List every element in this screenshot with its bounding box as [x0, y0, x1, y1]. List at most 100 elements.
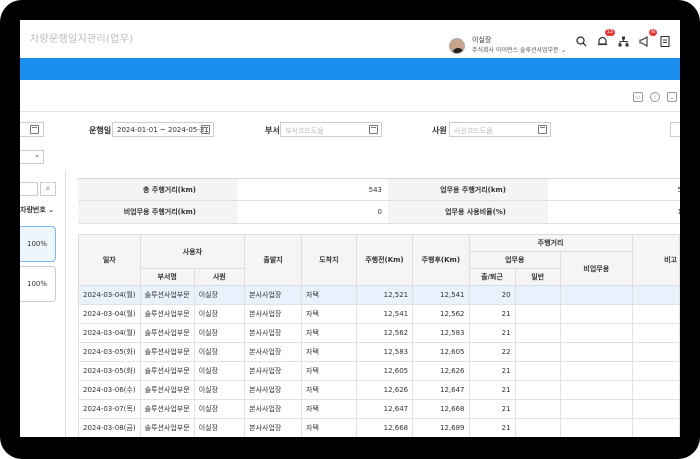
cell-note — [631, 304, 680, 324]
table-row[interactable]: 2024-03-07(목) 솔루션사업부문 이실장 본사사업장 자택 12,647 12,6… — [78, 399, 680, 419]
cell-dest: 자택 — [301, 285, 357, 305]
cell-nonbusiness — [559, 323, 633, 343]
cell-dest: 자택 — [301, 418, 357, 437]
emp-placeholder: 사원코드도움 — [454, 127, 493, 135]
cell-before: 12,647 — [355, 399, 414, 419]
cell-after: 12,605 — [412, 342, 470, 362]
cell-dept: 솔루션사업부문 — [139, 323, 195, 343]
cell-emp: 이실장 — [193, 418, 246, 437]
vehicle-card[interactable]: 100% — [20, 226, 56, 262]
cell-general — [514, 380, 561, 400]
cell-note — [631, 323, 680, 343]
col-date: 일자 — [78, 234, 141, 286]
cell-dest: 자택 — [301, 361, 357, 381]
cell-emp: 이실장 — [193, 323, 246, 343]
bell-badge: 13 — [604, 29, 615, 36]
calendar-icon[interactable] — [30, 125, 39, 134]
cell-emp: 이실장 — [193, 304, 246, 324]
user-name: 이실장 — [472, 36, 492, 44]
cell-before: 12,626 — [355, 380, 414, 400]
business-ratio-label: 업무용 사용비율(%) — [445, 208, 506, 216]
search-popup-icon[interactable] — [538, 125, 547, 134]
search-popup-icon[interactable] — [369, 125, 378, 134]
log-table-wrapper: 일자 사용자 출발지 도착지 주행전(Km) 주행후(Km) 주행거리 비고 업… — [78, 234, 680, 437]
info-icon[interactable]: i — [650, 92, 660, 102]
col-before: 주행전(Km) — [355, 234, 414, 286]
document-icon[interactable] — [658, 34, 672, 48]
page-toolbar: ▭ i ⌄ — [20, 80, 680, 112]
log-table: 일자 사용자 출발지 도착지 주행전(Km) 주행후(Km) 주행거리 비고 업… — [78, 234, 680, 437]
print-icon[interactable]: ▭ — [633, 92, 643, 102]
table-row[interactable]: 2024-03-04(월) 솔루션사업부문 이실장 본사사업장 자택 12,562 12,5… — [78, 323, 680, 343]
nonbusiness-distance-label: 비업무용 주행거리(km) — [123, 208, 196, 216]
vehicle-panel: ⌕ 차량번호 ⌄ 100% 100% — [20, 170, 66, 437]
cell-dept: 솔루션사업부문 — [139, 418, 195, 437]
cell-nonbusiness — [559, 399, 633, 419]
table-row[interactable]: 2024-03-04(월) 솔루션사업부문 이실장 본사사업장 자택 12,541 12,5… — [78, 304, 680, 324]
cell-dept: 솔루션사업부문 — [139, 380, 195, 400]
prev-field[interactable] — [20, 122, 44, 137]
col-business: 업무용 — [468, 251, 561, 269]
col-note: 비고 — [631, 234, 680, 286]
cell-origin: 본사사업장 — [244, 399, 303, 419]
table-row[interactable]: 2024-03-06(수) 솔루션사업부문 이실장 본사사업장 자택 12,626 12,6… — [78, 380, 680, 400]
col-after: 주행후(Km) — [412, 234, 470, 286]
search-icon[interactable] — [574, 34, 588, 48]
cell-date: 2024-03-06(수) — [78, 380, 141, 400]
cell-note — [631, 361, 680, 381]
cell-general — [514, 418, 561, 437]
cell-commute: 20 — [468, 285, 516, 305]
cell-note — [631, 342, 680, 362]
search-icon[interactable]: ⌕ — [40, 182, 56, 196]
cell-after: 12,583 — [412, 323, 470, 343]
summary-panel: 총 주행거리(km) 543 업무용 주행거리(km) 5 비업무용 주행거리(… — [78, 178, 680, 224]
vehicle-card[interactable]: 100% — [20, 266, 56, 302]
cell-dest: 자택 — [301, 323, 357, 343]
cell-dest: 자택 — [301, 304, 357, 324]
search-button[interactable] — [670, 122, 680, 137]
table-row[interactable]: 2024-03-05(화) 솔루션사업부문 이실장 본사사업장 자택 12,583 12,6… — [78, 342, 680, 362]
user-menu[interactable]: 이실장 주식회사 아이런스 솔루션사업부문 ⌄ — [449, 35, 567, 56]
user-org: 주식회사 아이런스 솔루션사업부문 ⌄ — [472, 45, 567, 56]
emp-input[interactable]: 사원코드도움 — [449, 122, 551, 137]
cell-general — [514, 342, 561, 362]
cell-after: 12,668 — [412, 399, 470, 419]
table-row[interactable]: 2024-03-08(금) 솔루션사업부문 이실장 본사사업장 자택 12,668 12,6… — [78, 418, 680, 437]
bell-icon[interactable]: 13 — [595, 29, 615, 48]
cell-commute: 21 — [468, 399, 516, 419]
cell-date: 2024-03-05(화) — [78, 361, 141, 381]
business-ratio-value: 1 — [677, 208, 680, 216]
cell-dest: 자택 — [301, 342, 357, 362]
vehicle-search-input[interactable] — [20, 182, 38, 196]
vehicle-number-header[interactable]: 차량번호 ⌄ — [20, 205, 54, 215]
cell-date: 2024-03-07(목) — [78, 399, 141, 419]
megaphone-icon[interactable]: N — [637, 29, 657, 48]
cell-commute: 21 — [468, 361, 516, 381]
org-chart-icon[interactable] — [616, 34, 630, 48]
cell-dept: 솔루션사업부문 — [139, 399, 195, 419]
col-dest: 도착지 — [301, 234, 357, 286]
cell-nonbusiness — [559, 342, 633, 362]
dept-input[interactable]: 부서코드도움 — [280, 122, 382, 137]
cell-before: 12,605 — [355, 361, 414, 381]
search-filters: 운행일 2024-01-01 ~ 2024-05-31 부서 부서코드도움 사원… — [20, 112, 680, 170]
table-row[interactable]: 2024-03-04(월) 솔루션사업부문 이실장 본사사업장 자택 12,521 12,5… — [78, 285, 680, 305]
collapse-icon[interactable]: ⌄ — [667, 92, 677, 102]
col-origin: 출발지 — [244, 234, 303, 286]
cell-origin: 본사사업장 — [244, 361, 303, 381]
cell-note — [631, 418, 680, 437]
cell-general — [514, 399, 561, 419]
period-label: 운행일 — [89, 126, 112, 135]
cell-commute: 21 — [468, 304, 516, 324]
table-row[interactable]: 2024-03-05(화) 솔루션사업부문 이실장 본사사업장 자택 12,605 12,6… — [78, 361, 680, 381]
col-user: 사용자 — [139, 234, 246, 269]
cell-dest: 자택 — [301, 380, 357, 400]
calendar-icon[interactable] — [201, 125, 210, 134]
dropdown-select[interactable]: ⌄ — [20, 150, 44, 164]
cell-origin: 본사사업장 — [244, 304, 303, 324]
period-date-range[interactable]: 2024-01-01 ~ 2024-05-31 — [112, 122, 214, 137]
cell-nonbusiness — [559, 418, 633, 437]
business-distance-label: 업무용 주행거리(km) — [440, 185, 506, 194]
cell-before: 12,541 — [355, 304, 414, 324]
cell-commute: 21 — [468, 418, 516, 437]
